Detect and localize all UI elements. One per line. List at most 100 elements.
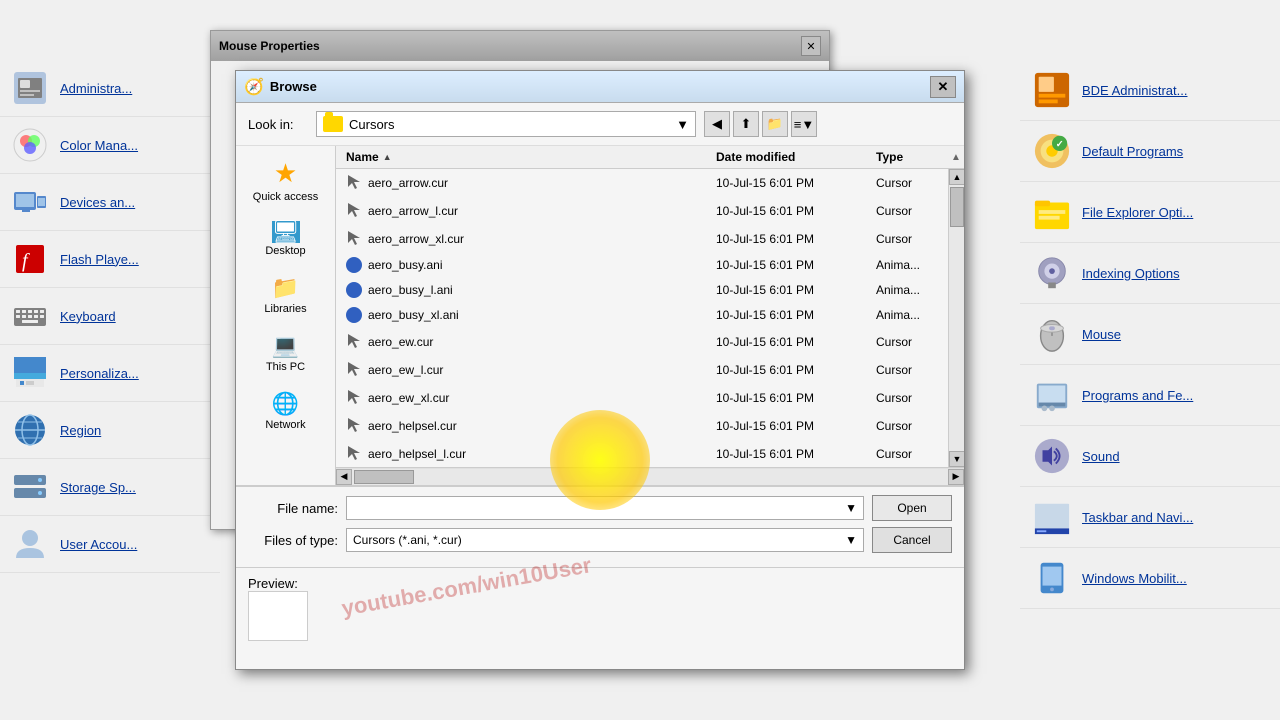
right-item-defaultprog[interactable]: ✓ Default Programs bbox=[1020, 121, 1280, 182]
scroll-h-track[interactable] bbox=[352, 469, 948, 485]
programs-icon bbox=[1032, 375, 1072, 415]
sidebar-item-flash[interactable]: f Flash Playe... bbox=[0, 231, 220, 288]
animated-cursor-icon bbox=[346, 257, 362, 273]
file-name-text: aero_helpsel_l.cur bbox=[368, 447, 466, 461]
horizontal-scrollbar[interactable]: ◀ ▶ bbox=[336, 467, 964, 485]
browse-main-content: ★ Quick access 🖥 Desktop 📁 Libraries 💻 T… bbox=[236, 146, 964, 486]
file-name-cell: aero_arrow.cur bbox=[336, 171, 708, 194]
file-date-cell: 10-Jul-15 6:01 PM bbox=[708, 202, 868, 220]
right-item-sound[interactable]: Sound bbox=[1020, 426, 1280, 487]
libraries-label: Libraries bbox=[264, 303, 306, 315]
table-row[interactable]: aero_arrow_xl.cur10-Jul-15 6:01 PMCursor bbox=[336, 225, 948, 253]
right-item-taskbar[interactable]: Taskbar and Navi... bbox=[1020, 487, 1280, 548]
nav-item-quickaccess[interactable]: ★ Quick access bbox=[246, 154, 326, 207]
animated-cursor-icon bbox=[346, 307, 362, 323]
file-date-cell: 10-Jul-15 6:01 PM bbox=[708, 281, 868, 299]
scroll-left-btn[interactable]: ◀ bbox=[336, 469, 352, 485]
table-row[interactable]: aero_arrow.cur10-Jul-15 6:01 PMCursor bbox=[336, 169, 948, 197]
left-panel: Administra... Color Mana... Devices an..… bbox=[0, 60, 220, 720]
keyboard-label: Keyboard bbox=[60, 309, 116, 324]
sidebar-item-admin[interactable]: Administra... bbox=[0, 60, 220, 117]
color-label: Color Mana... bbox=[60, 138, 138, 153]
right-panel: BDE Administrat... ✓ Default Programs Fi… bbox=[1020, 60, 1280, 720]
table-row[interactable]: aero_ew_l.cur10-Jul-15 6:01 PMCursor bbox=[336, 356, 948, 384]
file-date-cell: 10-Jul-15 6:01 PM bbox=[708, 256, 868, 274]
file-name-cell: aero_busy_xl.ani bbox=[336, 305, 708, 325]
cursor-file-icon bbox=[346, 444, 362, 463]
cancel-button[interactable]: Cancel bbox=[872, 527, 952, 553]
filetype-dropdown[interactable]: Cursors (*.ani, *.cur) ▼ bbox=[346, 528, 864, 552]
sound-icon bbox=[1032, 436, 1072, 476]
table-row[interactable]: aero_busy_l.ani10-Jul-15 6:01 PMAnima... bbox=[336, 278, 948, 303]
nav-item-network[interactable]: 🌐 Network bbox=[246, 387, 326, 435]
table-row[interactable]: aero_arrow_l.cur10-Jul-15 6:01 PMCursor bbox=[336, 197, 948, 225]
sound-label: Sound bbox=[1082, 449, 1120, 464]
sidebar-item-storage[interactable]: Storage Sp... bbox=[0, 459, 220, 516]
cursor-file-icon bbox=[346, 229, 362, 248]
scroll-h-thumb[interactable] bbox=[354, 470, 414, 484]
right-item-bde[interactable]: BDE Administrat... bbox=[1020, 60, 1280, 121]
file-type-cell: Cursor bbox=[868, 333, 948, 351]
create-folder-button[interactable]: 📁 bbox=[762, 111, 788, 137]
file-type-cell: Cursor bbox=[868, 230, 948, 248]
col-name-header[interactable]: Name ▲ bbox=[336, 150, 708, 164]
scroll-up-btn[interactable]: ▲ bbox=[949, 169, 964, 185]
filename-input-area: ▼ bbox=[346, 496, 864, 520]
folder-icon bbox=[323, 116, 343, 132]
open-button[interactable]: Open bbox=[872, 495, 952, 521]
nav-item-libraries[interactable]: 📁 Libraries bbox=[246, 271, 326, 319]
scroll-down-btn[interactable]: ▼ bbox=[949, 451, 964, 467]
up-button[interactable]: ⬆ bbox=[733, 111, 759, 137]
sidebar-item-keyboard[interactable]: Keyboard bbox=[0, 288, 220, 345]
windowsmobility-icon bbox=[1032, 558, 1072, 598]
right-item-mouse[interactable]: Mouse bbox=[1020, 304, 1280, 365]
browse-title: Browse bbox=[270, 79, 317, 94]
col-type-header[interactable]: Type bbox=[868, 150, 948, 164]
nav-item-thispc[interactable]: 💻 This PC bbox=[246, 329, 326, 377]
file-name-text: aero_busy_xl.ani bbox=[368, 308, 459, 322]
table-row[interactable]: aero_helpsel_l.cur10-Jul-15 6:01 PMCurso… bbox=[336, 440, 948, 467]
right-item-indexing[interactable]: Indexing Options bbox=[1020, 243, 1280, 304]
browse-titlebar: 🧭 Browse ✕ bbox=[236, 71, 964, 103]
back-button[interactable]: ◀ bbox=[704, 111, 730, 137]
taskbar-label: Taskbar and Navi... bbox=[1082, 510, 1193, 525]
file-date-cell: 10-Jul-15 6:01 PM bbox=[708, 361, 868, 379]
file-type-cell: Cursor bbox=[868, 417, 948, 435]
table-row[interactable]: aero_ew_xl.cur10-Jul-15 6:01 PMCursor bbox=[336, 384, 948, 412]
cursor-file-icon bbox=[346, 416, 362, 435]
col-date-header[interactable]: Date modified bbox=[708, 150, 868, 164]
scroll-right-btn[interactable]: ▶ bbox=[948, 469, 964, 485]
thispc-icon: 💻 bbox=[272, 333, 299, 359]
sidebar-item-personalize[interactable]: Personaliza... bbox=[0, 345, 220, 402]
browse-close-button[interactable]: ✕ bbox=[930, 76, 956, 98]
sidebar-item-devices[interactable]: Devices an... bbox=[0, 174, 220, 231]
file-name-cell: aero_ew.cur bbox=[336, 330, 708, 353]
file-list-scroll-area: aero_arrow.cur10-Jul-15 6:01 PMCursoraer… bbox=[336, 169, 964, 467]
sidebar-item-color[interactable]: Color Mana... bbox=[0, 117, 220, 174]
mouse-properties-close-button[interactable]: ✕ bbox=[801, 36, 821, 56]
right-item-fileexplorer[interactable]: File Explorer Opti... bbox=[1020, 182, 1280, 243]
right-item-programs[interactable]: Programs and Fe... bbox=[1020, 365, 1280, 426]
filename-dropdown[interactable]: ▼ bbox=[346, 496, 864, 520]
right-item-windowsmobility[interactable]: Windows Mobilit... bbox=[1020, 548, 1280, 609]
look-in-dropdown[interactable]: Cursors ▼ bbox=[316, 111, 696, 137]
sidebar-item-region[interactable]: Region bbox=[0, 402, 220, 459]
cursor-file-icon bbox=[346, 360, 362, 379]
network-icon: 🌐 bbox=[272, 391, 299, 417]
table-row[interactable]: aero_busy_xl.ani10-Jul-15 6:01 PMAnima..… bbox=[336, 303, 948, 328]
file-type-cell: Anima... bbox=[868, 256, 948, 274]
nav-item-desktop[interactable]: 🖥 Desktop bbox=[246, 217, 326, 261]
browse-dialog[interactable]: 🧭 Browse ✕ Look in: Cursors ▼ ◀ ⬆ 📁 ≡▼ ★ bbox=[235, 70, 965, 670]
table-row[interactable]: aero_helpsel.cur10-Jul-15 6:01 PMCursor bbox=[336, 412, 948, 440]
table-row[interactable]: aero_ew.cur10-Jul-15 6:01 PMCursor bbox=[336, 328, 948, 356]
sidebar-item-useraccount[interactable]: User Accou... bbox=[0, 516, 220, 573]
col-name-text: Name bbox=[346, 150, 379, 164]
scroll-thumb[interactable] bbox=[950, 187, 964, 227]
thispc-label: This PC bbox=[266, 361, 305, 373]
table-row[interactable]: aero_busy.ani10-Jul-15 6:01 PMAnima... bbox=[336, 253, 948, 278]
useraccount-icon bbox=[10, 524, 50, 564]
view-button[interactable]: ≡▼ bbox=[791, 111, 817, 137]
scroll-track[interactable] bbox=[949, 185, 964, 451]
vertical-scrollbar[interactable]: ▲ ▼ bbox=[948, 169, 964, 467]
admin-label: Administra... bbox=[60, 81, 132, 96]
